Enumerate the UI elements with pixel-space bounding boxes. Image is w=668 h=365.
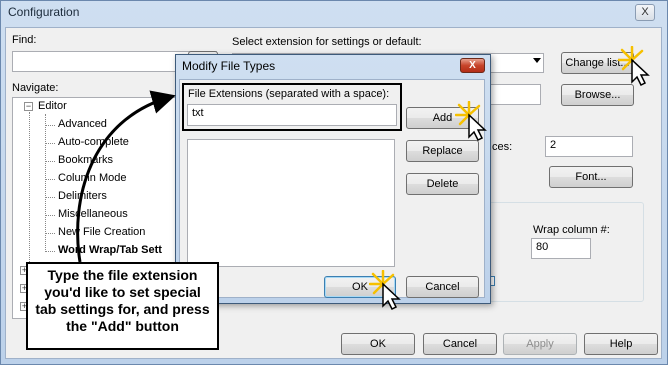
pointer-cursor-icon bbox=[369, 270, 401, 310]
instruction-callout: Type the file extension you'd like to se… bbox=[26, 262, 219, 350]
pointer-cursor-icon bbox=[618, 46, 650, 86]
pointer-cursor-icon bbox=[455, 101, 487, 141]
